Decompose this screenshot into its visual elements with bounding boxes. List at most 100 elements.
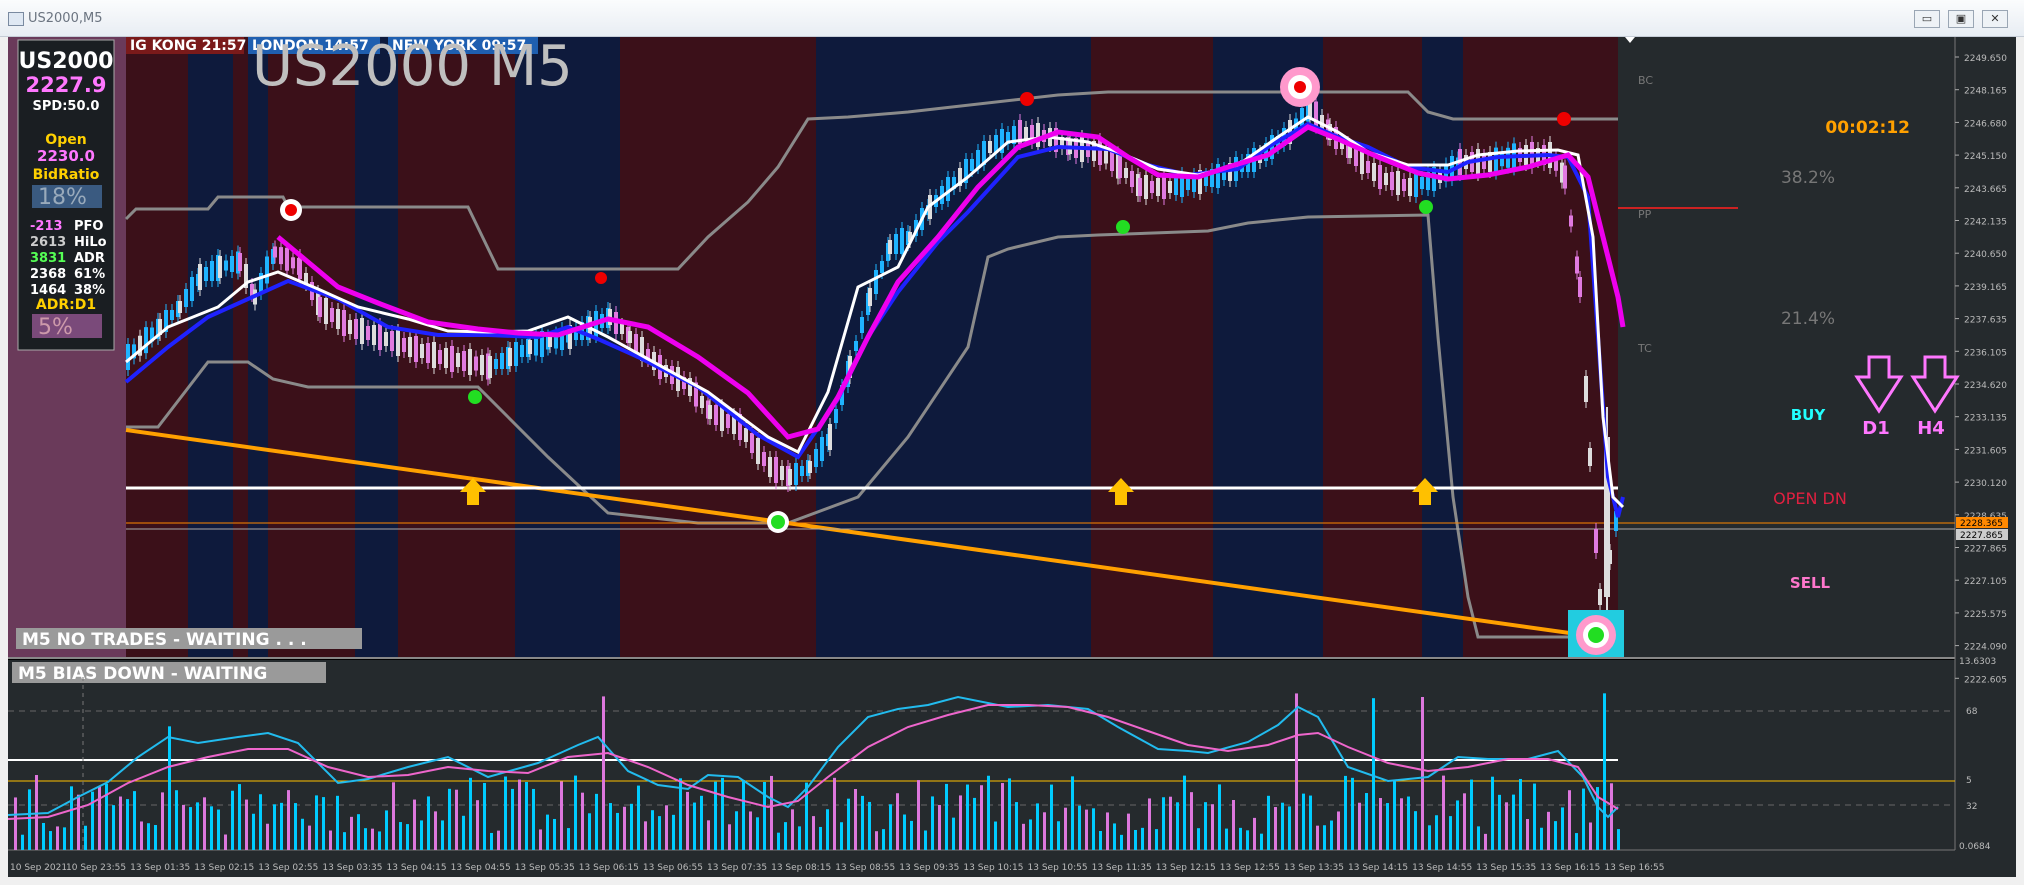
stat-value: 3831	[30, 251, 66, 266]
time-tick-label: 13 Sep 15:35	[1476, 863, 1536, 873]
session-bands	[126, 37, 1618, 657]
open-dn-signal: OPEN DN	[1773, 489, 1847, 508]
swing-high-dot	[595, 272, 607, 284]
time-tick-label: 13 Sep 04:15	[387, 863, 447, 873]
price-tick-label: 2225.575	[1964, 610, 2007, 620]
time-tick-label: 13 Sep 06:55	[643, 863, 703, 873]
info-adr-value: 5%	[38, 315, 73, 340]
svg-text:5: 5	[1966, 776, 1972, 786]
time-tick-label: 13 Sep 16:55	[1604, 863, 1664, 873]
time-tick-label: 13 Sep 05:35	[515, 863, 575, 873]
restore-button[interactable]: ▣	[1948, 10, 1974, 28]
buy-signal: BUY	[1791, 406, 1827, 424]
price-axis[interactable]	[1955, 37, 2016, 877]
arrow-label-d1: D1	[1862, 418, 1889, 439]
time-tick-label: 13 Sep 10:55	[1028, 863, 1088, 873]
info-open-value: 2230.0	[37, 147, 95, 165]
status-sub: M5 BIAS DOWN - WAITING	[18, 664, 267, 684]
level-bc: BC	[1638, 74, 1653, 87]
session-band	[1091, 37, 1213, 657]
svg-text:68: 68	[1966, 707, 1978, 717]
arrow-label-h4: H4	[1917, 418, 1945, 439]
time-tick-label: 13 Sep 02:15	[194, 863, 254, 873]
info-open-label: Open	[45, 132, 86, 148]
price-tick-label: 2237.635	[1964, 316, 2007, 326]
time-tick-label: 13 Sep 08:55	[835, 863, 895, 873]
time-tick-label: 13 Sep 06:15	[579, 863, 639, 873]
session-band	[1422, 37, 1463, 657]
session-band	[233, 37, 248, 657]
info-bidratio-label: BidRatio	[33, 167, 100, 183]
window-titlebar: US2000,M5 ▭ ▣ ✕	[0, 0, 2024, 37]
price-tick-label: 2234.620	[1964, 381, 2007, 391]
stat-label: PFO	[74, 219, 103, 234]
time-tick-label: 13 Sep 11:35	[1092, 863, 1152, 873]
time-tick-label: 13 Sep 14:55	[1412, 863, 1472, 873]
price-tick-label: 2240.650	[1964, 250, 2007, 260]
price-tick-label: 2236.105	[1964, 348, 2007, 358]
time-tick-label: 13 Sep 10:15	[963, 863, 1023, 873]
stat-label: ADR	[74, 251, 105, 266]
price-tick-label: 2222.605	[1964, 675, 2007, 685]
swing-high-dot	[1020, 92, 1034, 106]
price-tick-label: 2242.135	[1964, 218, 2007, 228]
price-tick-label: 2246.680	[1964, 119, 2007, 129]
time-tick-label: 13 Sep 09:35	[899, 863, 959, 873]
minimize-button[interactable]: ▭	[1914, 10, 1940, 28]
chart-window-icon	[8, 12, 24, 26]
time-tick-label: 13 Sep 01:35	[130, 863, 190, 873]
swing-low-dot	[1419, 200, 1433, 214]
ask-price-tag-text: 2228.365	[1960, 519, 2003, 529]
session-clock-0: IG KONG 21:57	[130, 38, 246, 54]
time-tick-label: 13 Sep 02:55	[258, 863, 318, 873]
status-main: M5 NO TRADES - WAITING . . .	[22, 630, 307, 650]
session-band	[620, 37, 816, 657]
close-button[interactable]: ✕	[1982, 10, 2008, 28]
time-tick-label: 13 Sep 07:35	[707, 863, 767, 873]
price-tick-label: 2231.605	[1964, 446, 2007, 456]
svg-text:13.6303: 13.6303	[1959, 657, 1996, 667]
chart-frame[interactable]: 2249.650 2248.165 2246.680 2245.150 2243.665…	[7, 34, 2016, 877]
time-tick-label: 10 Sep 23:55	[66, 863, 126, 873]
info-price: 2227.9	[25, 73, 106, 97]
price-tick-label: 2227.105	[1964, 577, 2007, 587]
session-band	[268, 37, 355, 657]
fib-21: 21.4%	[1781, 309, 1835, 329]
stat-label: HiLo	[74, 235, 107, 250]
time-tick-label: 13 Sep 12:55	[1220, 863, 1280, 873]
price-tick-label: 2227.865	[1964, 545, 2007, 555]
swing-low-dot	[468, 390, 482, 404]
level-pp: PP	[1638, 208, 1652, 221]
svg-text:0.0684: 0.0684	[1959, 842, 1991, 852]
info-symbol: US2000	[19, 49, 114, 74]
swing-high-dot	[1557, 112, 1571, 126]
price-tick-label: 2249.650	[1964, 54, 2007, 64]
bid-price-tag-text: 2227.865	[1960, 531, 2003, 541]
chart-symbol-title: US2000 M5	[252, 37, 573, 99]
level-tc: TC	[1637, 342, 1652, 355]
time-tick-label: 10 Sep 2021	[10, 863, 67, 873]
info-bidratio-value: 18%	[38, 185, 87, 210]
stat-label: 38%	[74, 283, 105, 298]
info-adr-label: ADR:D1	[36, 297, 96, 313]
time-tick-label: 13 Sep 16:15	[1540, 863, 1600, 873]
price-chart[interactable]: 2249.650 2248.165 2246.680 2245.150 2243.665…	[7, 34, 2016, 877]
session-band	[188, 37, 233, 657]
price-tick-label: 2224.090	[1964, 643, 2007, 653]
sell-signal: SELL	[1790, 574, 1831, 592]
time-axis-labels: 10 Sep 202110 Sep 23:55 13 Sep 01:35 13 Se…	[10, 863, 1664, 873]
stat-label: 61%	[74, 267, 105, 282]
session-band	[248, 37, 268, 657]
stat-value: 1464	[30, 283, 66, 298]
price-tick-label: 2230.120	[1964, 479, 2007, 489]
price-tick-label: 2248.165	[1964, 87, 2007, 97]
time-tick-label: 13 Sep 14:15	[1348, 863, 1408, 873]
price-tick-label: 2233.135	[1964, 414, 2007, 424]
swing-low-dot	[1116, 220, 1130, 234]
info-panel: US2000 2227.9 SPD:50.0 Open 2230.0 BidRa…	[17, 39, 115, 351]
price-tick-label: 2243.665	[1964, 185, 2007, 195]
time-tick-label: 13 Sep 04:55	[451, 863, 511, 873]
stat-value: 2613	[30, 235, 66, 250]
info-spread: SPD:50.0	[33, 99, 100, 114]
stat-value: 2368	[30, 267, 66, 282]
